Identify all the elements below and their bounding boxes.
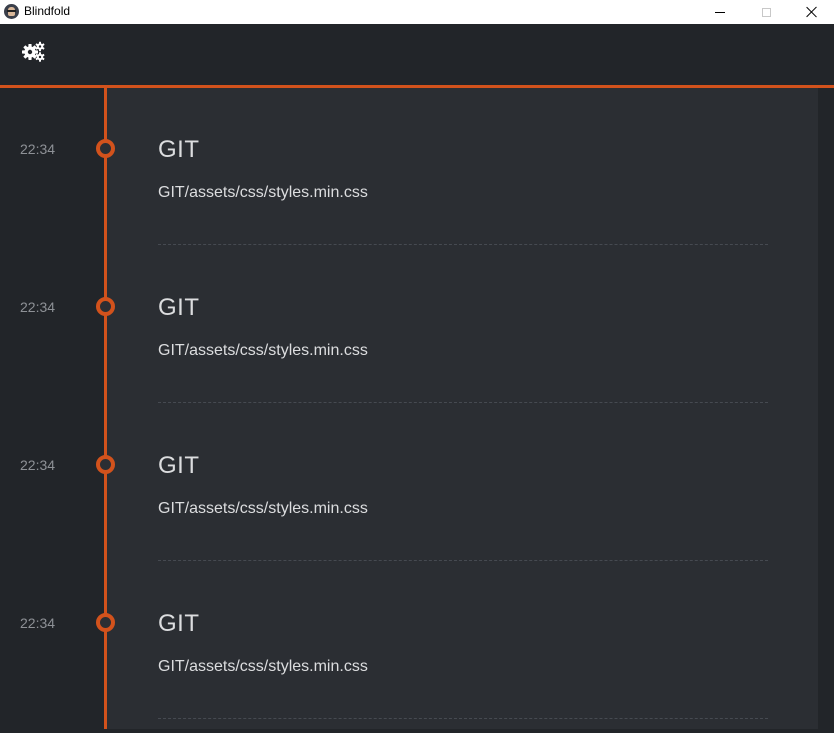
entry-divider (158, 560, 768, 561)
entry-path: GIT/assets/css/styles.min.css (158, 500, 368, 517)
entry-path: GIT/assets/css/styles.min.css (158, 658, 368, 675)
settings-button[interactable] (18, 38, 50, 66)
entry-time: 22:34 (20, 141, 56, 157)
entry-title[interactable]: GIT (158, 452, 200, 480)
scrollbar[interactable] (818, 88, 834, 733)
app-window: Blindfold 22:34 GIT GIT/assets/css/style… (0, 0, 834, 733)
entry-time: 22:34 (20, 615, 56, 631)
timeline-node-icon (96, 613, 115, 632)
window-title: Blindfold (24, 4, 71, 18)
timeline-entry[interactable]: 22:34 GIT GIT/assets/css/styles.min.css (0, 404, 818, 562)
entry-path: GIT/assets/css/styles.min.css (158, 342, 368, 359)
timeline-entry[interactable]: 22:34 GIT GIT/assets/css/styles.min.css (0, 246, 818, 404)
timeline-node-icon (96, 455, 115, 474)
entry-divider (158, 244, 768, 245)
entry-title[interactable]: GIT (158, 136, 200, 164)
entry-time: 22:34 (20, 299, 56, 315)
entry-path: GIT/assets/css/styles.min.css (158, 184, 368, 201)
minimize-icon (715, 11, 725, 13)
app-icon (4, 4, 19, 19)
entry-title[interactable]: GIT (158, 294, 200, 322)
timeline-view[interactable]: 22:34 GIT GIT/assets/css/styles.min.css … (0, 88, 834, 733)
minimize-button[interactable] (697, 0, 743, 24)
timeline-node-icon (96, 139, 115, 158)
maximize-icon (761, 7, 771, 17)
title-bar: Blindfold (0, 0, 834, 24)
close-icon (806, 6, 818, 18)
bottom-strip (0, 729, 834, 733)
cogs-icon (22, 41, 45, 62)
timeline-entry[interactable]: 22:34 GIT GIT/assets/css/styles.min.css (0, 88, 818, 246)
timeline-entry[interactable]: 22:34 GIT GIT/assets/css/styles.min.css (0, 562, 818, 720)
entry-time: 22:34 (20, 457, 56, 473)
timeline-node-icon (96, 297, 115, 316)
close-button[interactable] (789, 0, 834, 24)
entry-divider (158, 402, 768, 403)
entry-divider (158, 718, 768, 719)
maximize-button[interactable] (743, 0, 789, 24)
toolbar (0, 24, 834, 85)
entry-title[interactable]: GIT (158, 610, 200, 638)
